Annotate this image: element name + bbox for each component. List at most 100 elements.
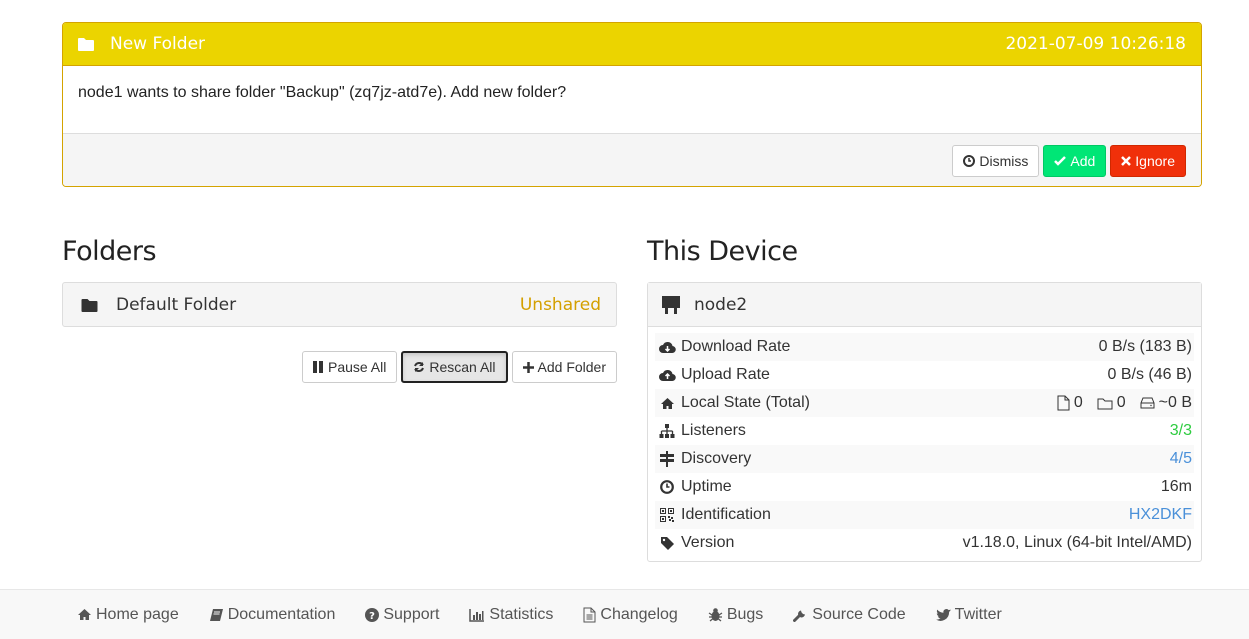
device-name: node2: [694, 294, 748, 315]
download-rate-label: Download Rate: [681, 338, 791, 355]
folder-status: Unshared: [519, 294, 601, 315]
upload-rate-value: 0 B/s (46 B): [1107, 366, 1192, 383]
identicon-icon: [662, 295, 680, 314]
plus-icon: [522, 361, 534, 373]
ignore-button[interactable]: Ignore: [1110, 144, 1186, 177]
listeners-label: Listeners: [681, 422, 746, 439]
version-label: Version: [681, 534, 735, 551]
folder-item[interactable]: Default Folder Unshared: [62, 282, 617, 327]
check-icon: [1054, 155, 1067, 166]
dismiss-button[interactable]: Dismiss: [952, 144, 1040, 177]
discovery-label: Discovery: [681, 450, 752, 467]
discovery-row[interactable]: Discovery 4/5: [655, 445, 1194, 473]
sitemap-icon: [657, 424, 677, 438]
listeners-row[interactable]: Listeners 3/3: [655, 417, 1194, 445]
folder-icon: [81, 298, 98, 312]
folder-icon: [78, 37, 94, 51]
uptime-value: 16m: [1160, 478, 1192, 495]
book-icon: [209, 608, 224, 622]
notification-title: New Folder: [110, 34, 206, 54]
notification-timestamp: 2021-07-09 10:26:18: [1005, 34, 1186, 54]
add-button[interactable]: Add: [1043, 144, 1107, 177]
footer-docs-link[interactable]: Documentation: [209, 605, 336, 624]
add-folder-button[interactable]: Add Folder: [511, 351, 617, 383]
pause-all-button[interactable]: Pause All: [301, 351, 398, 383]
home-icon: [657, 397, 677, 410]
notification-header: New Folder 2021-07-09 10:26:18: [63, 23, 1201, 66]
discovery-value[interactable]: 4/5: [1170, 450, 1192, 468]
uptime-row: Uptime 16m: [655, 473, 1194, 501]
footer-source-link[interactable]: Source Code: [793, 605, 906, 624]
footer-nav: Home page Documentation ? Support Statis…: [0, 589, 1249, 639]
pause-icon: [312, 361, 324, 373]
footer-bugs-label: Bugs: [726, 605, 764, 623]
add-folder-label: Add Folder: [537, 359, 606, 375]
device-header[interactable]: node2: [648, 283, 1201, 327]
footer-source-label: Source Code: [812, 605, 906, 623]
footer-changelog-link[interactable]: Changelog: [583, 605, 678, 624]
footer-changelog-label: Changelog: [600, 605, 678, 623]
footer-twitter-link[interactable]: Twitter: [935, 605, 1002, 624]
local-size: ~0 B: [1158, 394, 1192, 411]
upload-rate-label: Upload Rate: [681, 366, 770, 383]
listeners-value[interactable]: 3/3: [1170, 422, 1192, 440]
footer-stats-label: Statistics: [489, 605, 554, 623]
cloud-download-icon: [657, 341, 677, 354]
rescan-all-label: Rescan All: [429, 359, 496, 375]
rescan-all-button[interactable]: Rescan All: [401, 351, 508, 383]
device-stats: Download Rate 0 B/s (183 B) Upload Rate …: [648, 327, 1201, 557]
bar-chart-icon: [469, 608, 485, 622]
wrench-icon: [793, 607, 808, 622]
identification-value[interactable]: HX2DKF: [1129, 506, 1192, 524]
footer-home-link[interactable]: Home page: [77, 606, 179, 624]
footer-home-label: Home page: [96, 605, 179, 623]
footer-stats-link[interactable]: Statistics: [469, 606, 553, 624]
twitter-icon: [935, 608, 951, 621]
upload-rate-row: Upload Rate 0 B/s (46 B): [655, 361, 1194, 389]
new-folder-notification: New Folder 2021-07-09 10:26:18 node1 wan…: [62, 22, 1202, 187]
download-rate-row: Download Rate 0 B/s (183 B): [655, 333, 1194, 361]
uptime-label: Uptime: [681, 478, 732, 495]
file-icon: [1057, 395, 1070, 411]
home-icon: [77, 608, 92, 621]
clock-icon: [657, 480, 677, 494]
clock-icon: [963, 154, 976, 167]
this-device-heading: This Device: [647, 236, 798, 267]
local-state-value: 0 0 ~0 B: [1057, 394, 1192, 412]
pause-all-label: Pause All: [327, 359, 387, 375]
hdd-icon: [1140, 397, 1155, 409]
footer-bugs-link[interactable]: Bugs: [708, 606, 763, 624]
folders-heading: Folders: [62, 236, 157, 267]
local-state-row: Local State (Total) 0 0 ~0 B: [655, 389, 1194, 417]
footer-support-label: Support: [383, 605, 440, 623]
footer-docs-label: Documentation: [227, 605, 336, 623]
cloud-upload-icon: [657, 369, 677, 382]
tag-icon: [657, 536, 677, 551]
bug-icon: [708, 607, 723, 622]
qrcode-icon: [657, 508, 677, 522]
signpost-icon: [657, 451, 677, 467]
identification-row[interactable]: Identification HX2DKF: [655, 501, 1194, 529]
svg-text:?: ?: [369, 611, 375, 622]
folder-actions: Pause All Rescan All Add Folder: [301, 351, 617, 383]
footer-twitter-label: Twitter: [954, 605, 1002, 623]
device-panel: node2 Download Rate 0 B/s (183 B) Upload…: [647, 282, 1202, 562]
ignore-label: Ignore: [1135, 152, 1175, 169]
folder-outline-icon: [1097, 397, 1113, 410]
footer-support-link[interactable]: ? Support: [365, 606, 439, 624]
version-value: v1.18.0, Linux (64-bit Intel/AMD): [962, 534, 1192, 551]
local-dirs-count: 0: [1116, 394, 1126, 411]
close-icon: [1121, 155, 1132, 166]
local-files-count: 0: [1073, 394, 1083, 411]
folder-name: Default Folder: [116, 294, 237, 315]
add-label: Add: [1070, 152, 1096, 169]
notification-message: node1 wants to share folder "Backup" (zq…: [78, 84, 567, 101]
dismiss-label: Dismiss: [979, 152, 1029, 169]
refresh-icon: [413, 361, 425, 373]
version-row: Version v1.18.0, Linux (64-bit Intel/AMD…: [655, 529, 1194, 557]
identification-label: Identification: [681, 506, 771, 523]
question-circle-icon: ?: [365, 607, 380, 622]
local-state-label: Local State (Total): [681, 394, 810, 411]
notification-actions: Dismiss Add Ignore: [63, 133, 1201, 186]
download-rate-value: 0 B/s (183 B): [1098, 338, 1192, 355]
